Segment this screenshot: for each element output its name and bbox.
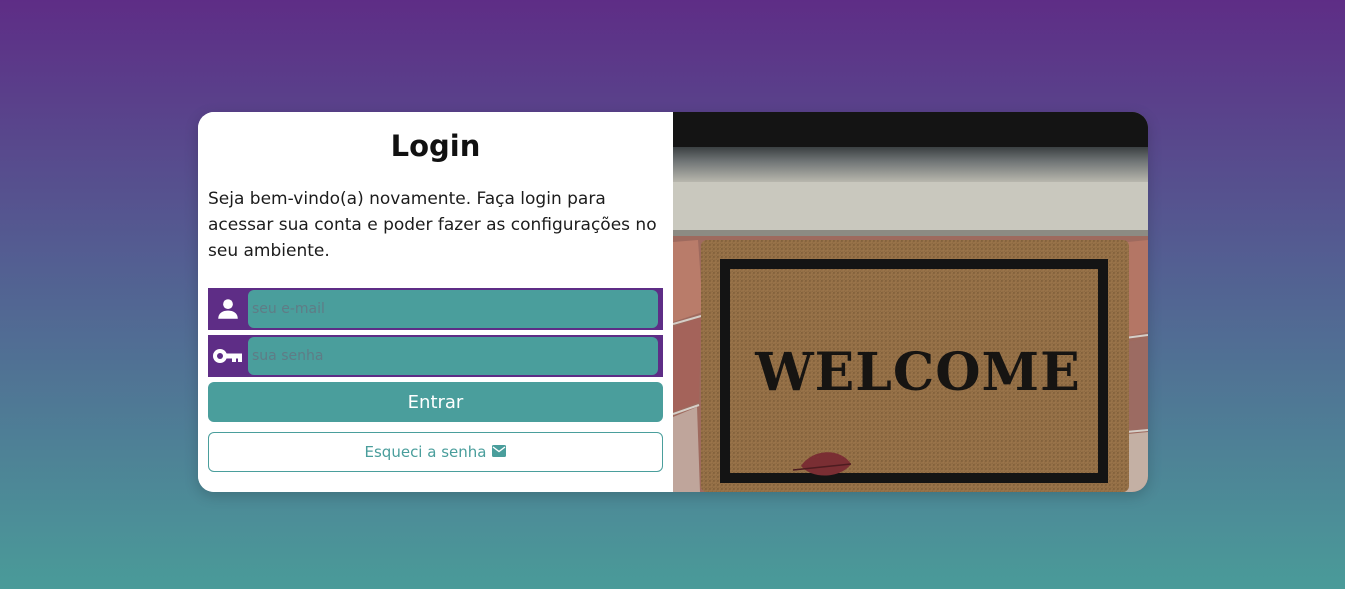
welcome-description: Seja bem-vindo(a) novamente. Faça login … xyxy=(208,189,657,261)
login-button[interactable]: Entrar xyxy=(208,382,663,422)
forgot-password-button[interactable]: Esqueci a senha xyxy=(208,432,663,472)
welcome-doormat-image: WELCOME xyxy=(673,112,1148,492)
key-icon xyxy=(208,335,248,377)
envelope-icon xyxy=(492,443,507,461)
email-field-group xyxy=(208,288,663,330)
user-icon xyxy=(208,288,248,330)
password-input[interactable] xyxy=(248,337,658,375)
doormat-photo: WELCOME xyxy=(673,112,1148,492)
password-field-group xyxy=(208,335,663,377)
email-input[interactable] xyxy=(248,290,658,328)
login-panel: Login Seja bem-vindo(a) novamente. Faça … xyxy=(198,112,673,492)
forgot-password-label: Esqueci a senha xyxy=(364,443,487,461)
login-card: Login Seja bem-vindo(a) novamente. Faça … xyxy=(198,112,1148,492)
doormat-text: WELCOME xyxy=(754,342,1080,403)
page-title: Login xyxy=(390,129,481,163)
